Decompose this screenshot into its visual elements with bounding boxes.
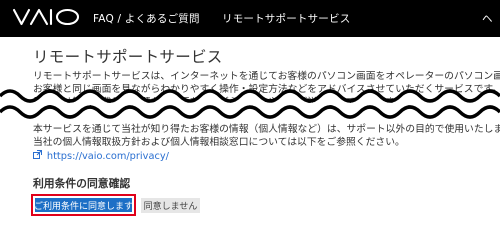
privacy-line-2: 当社の個人情報取扱方針および個人情報相談窓口については以下をご参照ください。 xyxy=(33,137,405,148)
privacy-policy-link[interactable]: https://vaio.com/privacy/ xyxy=(33,150,169,163)
page-title: リモートサポートサービス xyxy=(33,48,223,66)
vaio-logo-icon xyxy=(12,8,80,26)
decline-button[interactable]: 同意しません xyxy=(141,198,200,213)
agree-button[interactable]: ご利用条件に同意します xyxy=(34,198,133,212)
privacy-link-text: https://vaio.com/privacy/ xyxy=(46,151,169,162)
site-header: FAQ / よくあるご質問 リモートサポートサービス ヘ xyxy=(0,0,500,37)
privacy-line-1: 本サービスを通じて当社が知り得たお客様の情報（個人情報など）は、サポート以外の目… xyxy=(33,124,500,135)
nav-item-partial[interactable]: ヘ xyxy=(482,11,493,26)
description-line-1: リモートサポートサービスは、インターネットを通じてお客様のパソコン画面をオペレー… xyxy=(33,71,500,82)
agree-button-highlight: ご利用条件に同意します xyxy=(31,194,136,216)
terms-heading: 利用条件の同意確認 xyxy=(33,177,131,190)
nav-remote-support-link[interactable]: リモートサポートサービス xyxy=(222,11,350,26)
torn-section-divider xyxy=(0,89,500,119)
external-link-icon xyxy=(33,150,45,162)
nav-faq-link[interactable]: FAQ / よくあるご質問 xyxy=(93,11,200,26)
vaio-logo[interactable] xyxy=(12,6,82,32)
